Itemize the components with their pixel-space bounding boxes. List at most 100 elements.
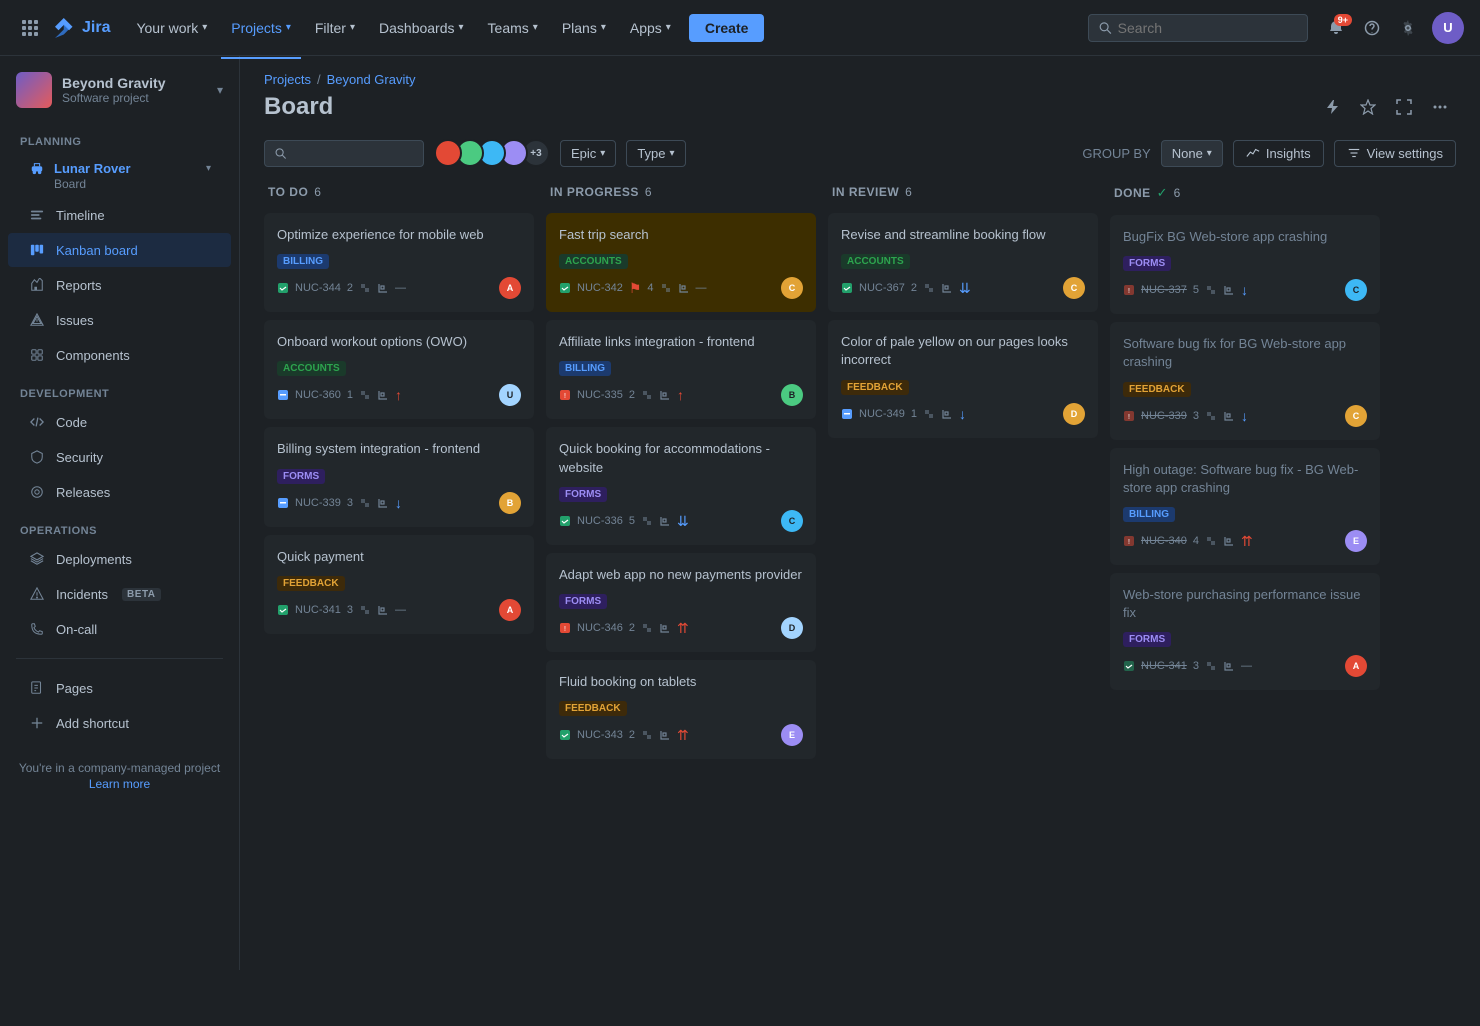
- lightning-button[interactable]: [1316, 91, 1348, 123]
- learn-more-link[interactable]: Learn more: [16, 777, 223, 791]
- project-name: Beyond Gravity: [62, 75, 207, 91]
- card-nuc367[interactable]: Revise and streamline booking flow ACCOU…: [828, 213, 1098, 312]
- sidebar-item-components[interactable]: Components: [8, 338, 231, 372]
- epic-filter[interactable]: Epic ▾: [560, 140, 616, 167]
- sidebar-item-kanban[interactable]: Kanban board: [8, 233, 231, 267]
- card-nuc344[interactable]: Optimize experience for mobile web BILLI…: [264, 213, 534, 312]
- story-icon: [559, 729, 571, 741]
- board-search-input[interactable]: [292, 146, 413, 161]
- issues-icon: [28, 311, 46, 329]
- card-nuc342[interactable]: Fast trip search ACCOUNTS NUC-342 ⚑ 4 — …: [546, 213, 816, 312]
- subtask-icon: [659, 729, 671, 741]
- card-nuc349[interactable]: Color of pale yellow on our pages looks …: [828, 320, 1098, 437]
- nav-your-work[interactable]: Your work ▾: [126, 14, 217, 42]
- card-nuc339-done[interactable]: Software bug fix for BG Web-store app cr…: [1110, 322, 1380, 439]
- card-nuc335[interactable]: Affiliate links integration - frontend B…: [546, 320, 816, 419]
- done-check-icon: ✓: [1157, 185, 1168, 201]
- task-icon: [277, 497, 289, 509]
- card-meta: NUC-360 1 ↑ U: [277, 384, 521, 406]
- card-nuc337-done[interactable]: BugFix BG Web-store app crashing FORMS !…: [1110, 215, 1380, 314]
- sidebar-item-deployments[interactable]: Deployments: [8, 542, 231, 576]
- nav-projects[interactable]: Projects ▾: [221, 14, 301, 42]
- nav-apps[interactable]: Apps ▾: [620, 14, 681, 42]
- planning-section-title: PLANNING: [0, 128, 239, 152]
- sidebar-item-pages[interactable]: Pages: [8, 671, 231, 705]
- star-icon: [1360, 99, 1376, 115]
- releases-label: Releases: [56, 485, 110, 500]
- bug-icon: !: [1123, 410, 1135, 422]
- search-input[interactable]: [1118, 20, 1297, 36]
- card-nuc341-todo[interactable]: Quick payment FEEDBACK NUC-341 3 — A: [264, 535, 534, 634]
- user-avatar[interactable]: U: [1432, 12, 1464, 44]
- fullscreen-button[interactable]: [1388, 91, 1420, 123]
- more-button[interactable]: [1424, 91, 1456, 123]
- avatar-1[interactable]: [434, 139, 462, 167]
- none-dropdown[interactable]: None ▾: [1161, 140, 1223, 167]
- card-nuc339-todo[interactable]: Billing system integration - frontend FO…: [264, 427, 534, 526]
- sidebar-item-reports[interactable]: Reports: [8, 268, 231, 302]
- child-icon: [359, 497, 371, 509]
- card-id: NUC-343: [577, 729, 623, 741]
- card-nuc360[interactable]: Onboard workout options (OWO) ACCOUNTS N…: [264, 320, 534, 419]
- nav-plans[interactable]: Plans ▾: [552, 14, 616, 42]
- card-nuc340-done[interactable]: High outage: Software bug fix - BG Web-s…: [1110, 448, 1380, 565]
- avatar-nuc344: A: [499, 277, 521, 299]
- subtask-icon: [941, 408, 953, 420]
- create-button[interactable]: Create: [689, 14, 765, 42]
- child-icon: [359, 389, 371, 401]
- grid-icon[interactable]: [16, 14, 44, 42]
- notifications-button[interactable]: 9+: [1320, 12, 1352, 44]
- sidebar-item-code[interactable]: Code: [8, 405, 231, 439]
- sidebar-item-incidents[interactable]: Incidents BETA: [8, 577, 231, 611]
- project-chevron-icon: ▾: [217, 83, 223, 97]
- sidebar-item-lunar-rover[interactable]: Lunar Rover ▾ Board: [8, 153, 231, 197]
- kanban-board: TO DO 6 Optimize experience for mobile w…: [240, 179, 1480, 970]
- jira-logo[interactable]: Jira: [52, 16, 110, 40]
- breadcrumb-projects[interactable]: Projects: [264, 72, 311, 87]
- card-meta: NUC-341 3 — A: [277, 599, 521, 621]
- card-nuc346[interactable]: Adapt web app no new payments provider F…: [546, 553, 816, 652]
- card-title: Web-store purchasing performance issue f…: [1123, 586, 1367, 622]
- kanban-label: Kanban board: [56, 243, 138, 258]
- sidebar-item-issues[interactable]: Issues: [8, 303, 231, 337]
- card-id: NUC-341: [1141, 660, 1187, 672]
- type-filter[interactable]: Type ▾: [626, 140, 685, 167]
- card-id: NUC-346: [577, 622, 623, 634]
- nav-dashboards[interactable]: Dashboards ▾: [369, 14, 474, 42]
- bug-icon: !: [1123, 284, 1135, 296]
- project-header[interactable]: Beyond Gravity Software project ▾: [0, 56, 239, 120]
- card-meta: ! NUC-335 2 ↑ B: [559, 384, 803, 406]
- view-settings-button[interactable]: View settings: [1334, 140, 1456, 167]
- nav-teams[interactable]: Teams ▾: [478, 14, 548, 42]
- card-nuc343[interactable]: Fluid booking on tablets FEEDBACK NUC-34…: [546, 660, 816, 759]
- sidebar-item-add-shortcut[interactable]: Add shortcut: [8, 706, 231, 740]
- board-toolbar: +3 Epic ▾ Type ▾ GROUP BY None ▾ Insight…: [240, 131, 1480, 179]
- top-nav: Jira Your work ▾ Projects ▾ Filter ▾ Das…: [0, 0, 1480, 56]
- subtask-icon: [377, 604, 389, 616]
- sidebar-item-releases[interactable]: Releases: [8, 475, 231, 509]
- card-id: NUC-336: [577, 515, 623, 527]
- label-feedback: FEEDBACK: [841, 380, 909, 395]
- column-inreview-title: IN REVIEW: [832, 185, 899, 199]
- story-icon: [841, 282, 853, 294]
- card-id: NUC-349: [859, 408, 905, 420]
- deployments-label: Deployments: [56, 552, 132, 567]
- view-settings-icon: [1347, 146, 1361, 160]
- sidebar-item-timeline[interactable]: Timeline: [8, 198, 231, 232]
- search-box[interactable]: [1088, 14, 1308, 42]
- subtask-icon: [659, 515, 671, 527]
- card-nuc341-done[interactable]: Web-store purchasing performance issue f…: [1110, 573, 1380, 690]
- board-search[interactable]: [264, 140, 424, 167]
- breadcrumb-project-name[interactable]: Beyond Gravity: [327, 72, 416, 87]
- card-nuc336[interactable]: Quick booking for accommodations - websi…: [546, 427, 816, 544]
- sidebar-item-oncall[interactable]: On-call: [8, 612, 231, 646]
- help-button[interactable]: [1356, 12, 1388, 44]
- card-meta: ! NUC-339 3 ↓ C: [1123, 405, 1367, 427]
- sidebar-item-security[interactable]: Security: [8, 440, 231, 474]
- settings-button[interactable]: [1392, 12, 1424, 44]
- nav-filter[interactable]: Filter ▾: [305, 14, 365, 42]
- star-button[interactable]: [1352, 91, 1384, 123]
- label-billing: BILLING: [1123, 507, 1175, 522]
- child-icon: [1205, 284, 1217, 296]
- insights-button[interactable]: Insights: [1233, 140, 1324, 167]
